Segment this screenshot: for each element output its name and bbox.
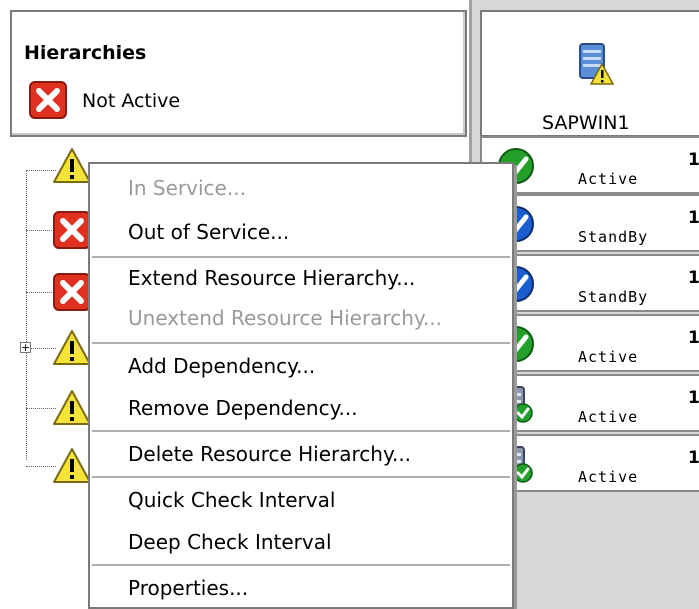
state-label: StandBy [578, 228, 649, 246]
menu-separator [92, 564, 510, 566]
warning-icon[interactable] [52, 388, 92, 428]
menu-item-out-of-service[interactable]: Out of Service... [128, 220, 289, 244]
priority-label: 1 [688, 150, 699, 170]
priority-label: 1 [688, 448, 699, 468]
state-label: Active [578, 408, 639, 426]
menu-separator [92, 256, 510, 258]
not-active-x-icon [29, 81, 67, 119]
hierarchies-title: Hierarchies [24, 42, 147, 64]
tree-connector [26, 170, 27, 460]
menu-separator [92, 430, 510, 432]
menu-item-deep-check-interval[interactable]: Deep Check Interval [128, 530, 332, 554]
context-menu: In Service... Out of Service... Extend R… [88, 162, 514, 609]
tree-expand-toggle[interactable]: + [20, 342, 31, 353]
state-label: Active [578, 348, 639, 366]
x-icon[interactable] [52, 272, 92, 312]
server-name: SAPWIN1 [542, 112, 630, 134]
priority-label: 1 [688, 268, 699, 288]
priority-label: 1 [688, 208, 699, 228]
hierarchies-status-label: Not Active [82, 90, 181, 112]
menu-separator [92, 476, 510, 478]
state-label: StandBy [578, 288, 649, 306]
menu-item-remove-dependency[interactable]: Remove Dependency... [128, 396, 358, 420]
x-icon[interactable] [52, 210, 92, 250]
menu-item-quick-check-interval[interactable]: Quick Check Interval [128, 488, 335, 512]
menu-item-unextend-hierarchy: Unextend Resource Hierarchy... [128, 306, 442, 330]
warning-icon[interactable] [52, 446, 92, 486]
server-header[interactable]: SAPWIN1 [480, 10, 699, 137]
menu-item-in-service: In Service... [128, 176, 246, 200]
menu-item-properties[interactable]: Properties... [128, 576, 248, 600]
priority-label: 1 [688, 328, 699, 348]
state-label: Active [578, 468, 639, 486]
warning-icon[interactable] [52, 328, 92, 368]
warning-icon[interactable] [52, 146, 92, 186]
priority-label: 1 [688, 388, 699, 408]
server-warning-icon [579, 43, 614, 85]
hierarchies-header [10, 10, 467, 137]
menu-separator [92, 342, 510, 344]
menu-item-extend-hierarchy[interactable]: Extend Resource Hierarchy... [128, 266, 415, 290]
menu-item-delete-hierarchy[interactable]: Delete Resource Hierarchy... [128, 442, 411, 466]
state-label: Active [578, 170, 639, 188]
menu-item-add-dependency[interactable]: Add Dependency... [128, 354, 315, 378]
